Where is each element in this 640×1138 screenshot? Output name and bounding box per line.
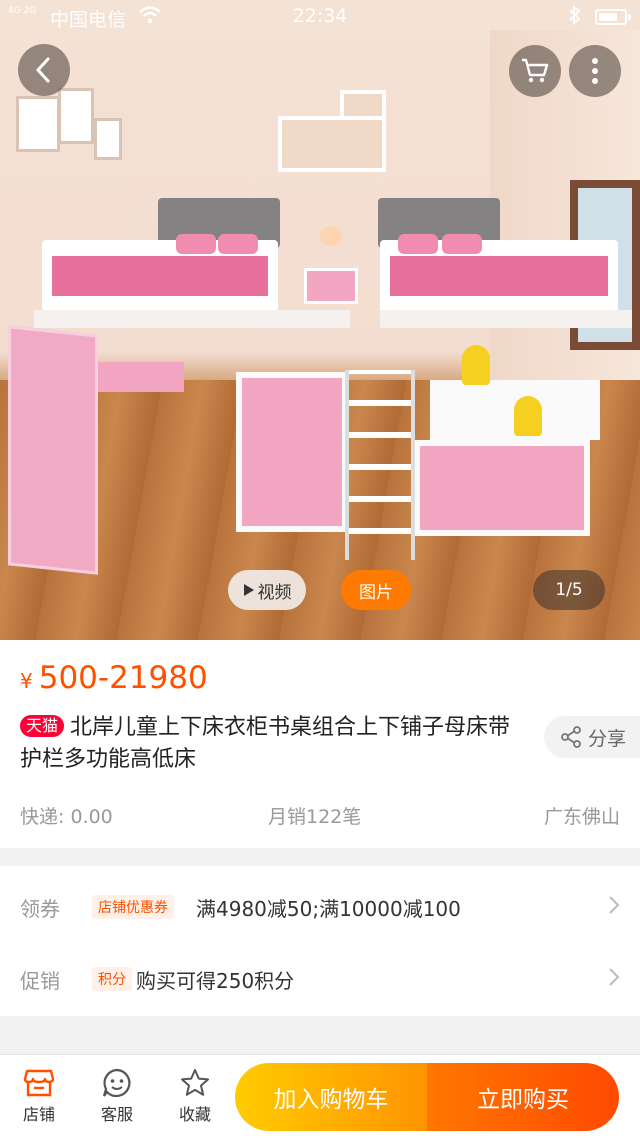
product-info-card: ¥ 500-21980 天猫 北岸儿童上下床衣柜书桌组合上下铺子母床带护栏多功能高…	[0, 640, 640, 848]
promotion-row[interactable]: 促销 积分 购买可得250积分	[0, 944, 640, 1014]
video-tab-label: 视频	[257, 582, 292, 603]
loft-platform-left	[34, 310, 350, 328]
image-tab-label: 图片	[359, 582, 393, 603]
bluetooth-icon	[568, 4, 582, 30]
clock: 22:34	[292, 5, 348, 27]
loft-platform-right	[380, 310, 632, 328]
wall-shelf-illustration	[340, 90, 386, 120]
nightstand-illustration	[304, 268, 358, 304]
coupon-tag: 店铺优惠券	[92, 895, 174, 919]
coupon-row[interactable]: 领券 店铺优惠券 满4980减50;满10000减100	[0, 872, 640, 942]
status-bar: 4G 2G 中国电信 22:34	[0, 0, 640, 34]
shop-label: 店铺	[22, 1105, 55, 1124]
side-desk-illustration	[84, 362, 184, 392]
wall-frame-illustration	[16, 96, 60, 152]
more-button[interactable]	[569, 45, 621, 97]
image-index: 1/5	[555, 580, 583, 600]
share-icon	[561, 726, 581, 748]
battery-icon	[595, 9, 631, 25]
ship-from-location: 广东佛山	[543, 806, 620, 828]
video-tab[interactable]: 视频	[228, 570, 306, 610]
image-tab[interactable]: 图片	[341, 570, 411, 610]
shop-icon	[9, 1065, 69, 1101]
play-icon	[243, 584, 254, 596]
favorite-label: 收藏	[178, 1105, 211, 1124]
service-label: 客服	[100, 1105, 133, 1124]
shipping-fee: 快递: 0.00	[20, 806, 113, 828]
more-icon	[592, 58, 598, 84]
cart-icon	[522, 58, 549, 83]
chair-illustration	[462, 345, 490, 385]
back-button[interactable]	[18, 44, 70, 96]
favorite-button[interactable]: 收藏	[165, 1065, 225, 1125]
cart-button[interactable]	[509, 45, 561, 97]
pink-panel-illustration	[8, 325, 98, 575]
add-to-cart-button[interactable]: 加入购物车	[235, 1063, 427, 1131]
product-title-block: 天猫 北岸儿童上下床衣柜书桌组合上下铺子母床带护栏多功能高低床	[20, 712, 530, 776]
image-index-indicator: 1/5	[533, 570, 605, 610]
points-tag: 积分	[92, 967, 132, 991]
price: ¥ 500-21980	[20, 660, 208, 696]
shop-button[interactable]: 店铺	[9, 1065, 69, 1125]
tmall-badge: 天猫	[20, 715, 65, 737]
currency-symbol: ¥	[20, 669, 33, 693]
chair-illustration	[514, 396, 542, 436]
chevron-right-icon	[608, 895, 620, 919]
cabinet-illustration	[414, 440, 590, 536]
product-detail-page: 4G 2G 中国电信 22:34 视频 图片 1/5 ¥ 500-21980 天…	[0, 0, 640, 1138]
bottom-action-bar: 店铺 客服 收藏 加入购物车 立即购买	[0, 1054, 640, 1138]
back-icon	[35, 57, 50, 83]
stairs-illustration	[345, 370, 415, 560]
star-icon	[165, 1065, 225, 1101]
promotion-text: 购买可得250积分	[136, 968, 295, 993]
chevron-right-icon	[608, 967, 620, 991]
product-image-gallery[interactable]	[0, 0, 640, 640]
wall-frame-illustration	[94, 118, 122, 160]
product-title: 北岸儿童上下床衣柜书桌组合上下铺子母床带护栏多功能高低床	[20, 715, 511, 772]
coupon-text: 满4980减50;满10000减100	[196, 896, 461, 921]
promotions-card: 领券 店铺优惠券 满4980减50;满10000减100 促销 积分 购买可得2…	[0, 866, 640, 1016]
monthly-sales: 月销122笔	[268, 806, 362, 828]
customer-service-button[interactable]: 客服	[87, 1065, 147, 1125]
share-label: 分享	[588, 727, 627, 750]
wall-shelf-illustration	[278, 116, 386, 172]
promotion-label: 促销	[20, 968, 60, 993]
coupon-label: 领券	[20, 896, 60, 921]
buy-now-button[interactable]: 立即购买	[427, 1063, 619, 1131]
lamp-illustration	[320, 226, 342, 246]
price-range: 500-21980	[38, 660, 208, 696]
cabinet-illustration	[236, 372, 348, 532]
service-icon	[87, 1065, 147, 1101]
wall-frame-illustration	[58, 88, 94, 144]
share-button[interactable]: 分享	[544, 716, 640, 758]
